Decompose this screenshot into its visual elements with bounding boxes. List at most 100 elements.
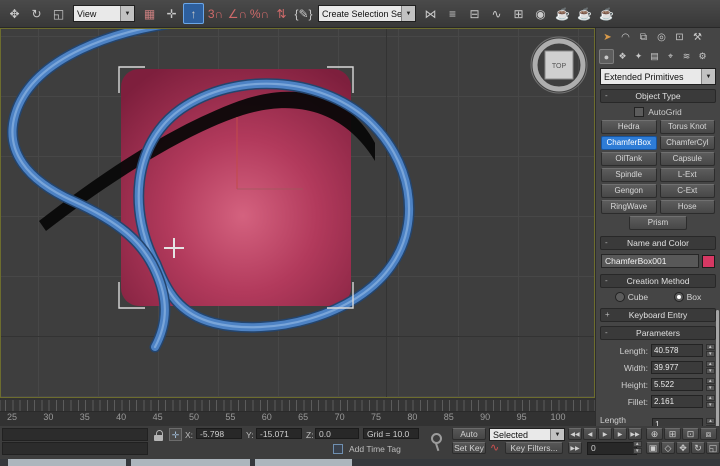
shapes-button[interactable]: ❖ bbox=[615, 49, 630, 64]
object-type-button[interactable]: Torus Knot bbox=[660, 120, 716, 134]
percent-snap-icon[interactable]: %∩ bbox=[249, 3, 270, 24]
previous-frame-button[interactable]: ◀ bbox=[583, 428, 597, 440]
object-type-button[interactable]: Gengon bbox=[601, 184, 657, 198]
maximize-viewport-icon[interactable]: ◱ bbox=[706, 442, 720, 454]
y-coordinate-input[interactable]: -15.071 bbox=[256, 428, 302, 439]
parameter-input[interactable]: 5.522 bbox=[651, 378, 703, 391]
object-type-button[interactable]: Hose bbox=[660, 200, 716, 214]
schematic-view-icon[interactable]: ⊞ bbox=[508, 3, 529, 24]
create-tab[interactable]: ➤ bbox=[599, 30, 616, 45]
absolute-mode-icon[interactable]: ✛ bbox=[169, 428, 182, 441]
creation-method-box[interactable]: Box bbox=[674, 292, 702, 302]
parameters-rollout-header[interactable]: - Parameters bbox=[600, 326, 716, 340]
cameras-button[interactable]: ▤ bbox=[647, 49, 662, 64]
named-selection-set-dropdown[interactable]: Create Selection Se bbox=[318, 5, 416, 22]
curve-editor-icon[interactable]: ∿ bbox=[486, 3, 507, 24]
use-pivot-center-icon[interactable]: ▦ bbox=[139, 3, 160, 24]
select-scale-icon[interactable]: ◱ bbox=[48, 3, 69, 24]
object-type-button[interactable]: Hedra bbox=[601, 120, 657, 134]
kbd-override-icon[interactable]: ↑ bbox=[183, 3, 204, 24]
new-keys-curve-icon[interactable]: ∿ bbox=[490, 441, 499, 454]
go-to-start-button[interactable]: ◀◀ bbox=[568, 428, 582, 440]
object-type-rollout-header[interactable]: - Object Type bbox=[600, 89, 716, 103]
render-production-icon[interactable]: ☕ bbox=[596, 3, 617, 24]
zoom-all-icon[interactable]: ⊞ bbox=[664, 428, 681, 440]
chevron-down-icon[interactable] bbox=[701, 69, 715, 84]
zoom-region-icon[interactable]: ▣ bbox=[646, 442, 660, 454]
object-type-button[interactable]: Capsule bbox=[660, 152, 716, 166]
keyboard-entry-rollout-header[interactable]: + Keyboard Entry bbox=[600, 308, 716, 322]
timeline-ruler[interactable] bbox=[0, 400, 595, 412]
zoom-extents-icon[interactable]: ⊡ bbox=[682, 428, 699, 440]
auto-key-button[interactable]: Auto Key bbox=[452, 428, 486, 440]
spinner-control[interactable] bbox=[706, 344, 715, 357]
track-bar[interactable] bbox=[2, 428, 148, 441]
viewcube[interactable]: TOP bbox=[531, 37, 587, 93]
creation-method-rollout-header[interactable]: - Creation Method bbox=[600, 274, 716, 288]
maxscript-mini-listener[interactable] bbox=[2, 442, 148, 455]
object-type-button[interactable]: ChamferBox bbox=[601, 136, 657, 150]
radio-icon-selected[interactable] bbox=[674, 292, 684, 302]
select-move-icon[interactable]: ✥ bbox=[4, 3, 25, 24]
key-filters-button[interactable]: Key Filters... bbox=[505, 442, 563, 454]
render-setup-icon[interactable]: ☕ bbox=[552, 3, 573, 24]
coordinate-system-dropdown[interactable]: View bbox=[73, 5, 135, 22]
object-type-button[interactable]: Spindle bbox=[601, 168, 657, 182]
spinner-control[interactable] bbox=[706, 395, 715, 408]
hierarchy-tab[interactable]: ⧉ bbox=[635, 30, 652, 45]
systems-button[interactable]: ⚙ bbox=[695, 49, 710, 64]
select-manipulate-icon[interactable]: ✛ bbox=[161, 3, 182, 24]
select-rotate-icon[interactable]: ↻ bbox=[26, 3, 47, 24]
go-to-end-button[interactable]: ▶▶ bbox=[628, 428, 642, 440]
frame-spinner[interactable] bbox=[633, 441, 642, 454]
chevron-down-icon[interactable] bbox=[120, 6, 134, 21]
display-tab[interactable]: ⊡ bbox=[671, 30, 688, 45]
current-frame-input[interactable]: 0 bbox=[587, 442, 637, 455]
modify-tab[interactable]: ◠ bbox=[617, 30, 634, 45]
parameter-input[interactable]: 39.977 bbox=[651, 361, 703, 374]
chevron-down-icon[interactable] bbox=[401, 6, 415, 21]
viewport-top[interactable]: TOP bbox=[0, 28, 595, 398]
rendered-frame-icon[interactable]: ☕ bbox=[574, 3, 595, 24]
x-coordinate-input[interactable]: -5.798 bbox=[196, 428, 242, 439]
parameter-input[interactable]: 40.578 bbox=[651, 344, 703, 357]
zoom-extents-all-icon[interactable]: ⧈ bbox=[700, 428, 717, 440]
helpers-button[interactable]: ⌖ bbox=[663, 49, 678, 64]
field-of-view-icon[interactable]: ◇ bbox=[661, 442, 675, 454]
lights-button[interactable]: ✦ bbox=[631, 49, 646, 64]
orbit-icon[interactable]: ↻ bbox=[691, 442, 705, 454]
radio-icon[interactable] bbox=[615, 292, 625, 302]
key-mode-button[interactable]: ▶▶ bbox=[568, 442, 582, 454]
snaps-toggle-3d-icon[interactable]: 3∩ bbox=[205, 3, 226, 24]
edit-named-selection-sets-icon[interactable]: {✎} bbox=[293, 3, 314, 24]
utilities-tab[interactable]: ⚒ bbox=[689, 30, 706, 45]
selection-lock-icon[interactable] bbox=[152, 429, 165, 442]
spacewarps-button[interactable]: ≋ bbox=[679, 49, 694, 64]
chevron-down-icon[interactable] bbox=[550, 429, 564, 440]
set-key-button[interactable]: Set Key bbox=[452, 442, 486, 454]
object-type-button[interactable]: ChamferCyl bbox=[660, 136, 716, 150]
z-coordinate-input[interactable]: 0.0 bbox=[315, 428, 359, 439]
motion-tab[interactable]: ◎ bbox=[653, 30, 670, 45]
align-icon[interactable]: ≡ bbox=[442, 3, 463, 24]
object-type-button[interactable]: OilTank bbox=[601, 152, 657, 166]
play-button[interactable]: ▶ bbox=[598, 428, 612, 440]
object-type-button[interactable]: L-Ext bbox=[660, 168, 716, 182]
mirror-icon[interactable]: ⋈ bbox=[420, 3, 441, 24]
geometry-button[interactable]: ● bbox=[599, 49, 614, 64]
object-type-button[interactable]: C-Ext bbox=[660, 184, 716, 198]
zoom-icon[interactable]: ⊕ bbox=[646, 428, 663, 440]
object-type-button[interactable]: RingWave bbox=[601, 200, 657, 214]
spinner-snap-icon[interactable]: ⇅ bbox=[271, 3, 292, 24]
autogrid-checkbox[interactable] bbox=[634, 107, 644, 117]
layer-manager-icon[interactable]: ⊟ bbox=[464, 3, 485, 24]
object-type-button[interactable]: Prism bbox=[629, 216, 687, 230]
time-tag-icon[interactable] bbox=[333, 444, 343, 454]
next-frame-button[interactable]: ▶ bbox=[613, 428, 627, 440]
creation-method-cube[interactable]: Cube bbox=[615, 292, 648, 302]
key-filter-selection-dropdown[interactable]: Selected bbox=[489, 428, 565, 441]
primitive-category-dropdown[interactable]: Extended Primitives bbox=[600, 68, 716, 85]
add-time-tag-label[interactable]: Add Time Tag bbox=[349, 444, 401, 454]
parameter-input[interactable]: 2.161 bbox=[651, 395, 703, 408]
object-name-input[interactable]: ChamferBox001 bbox=[601, 254, 699, 268]
